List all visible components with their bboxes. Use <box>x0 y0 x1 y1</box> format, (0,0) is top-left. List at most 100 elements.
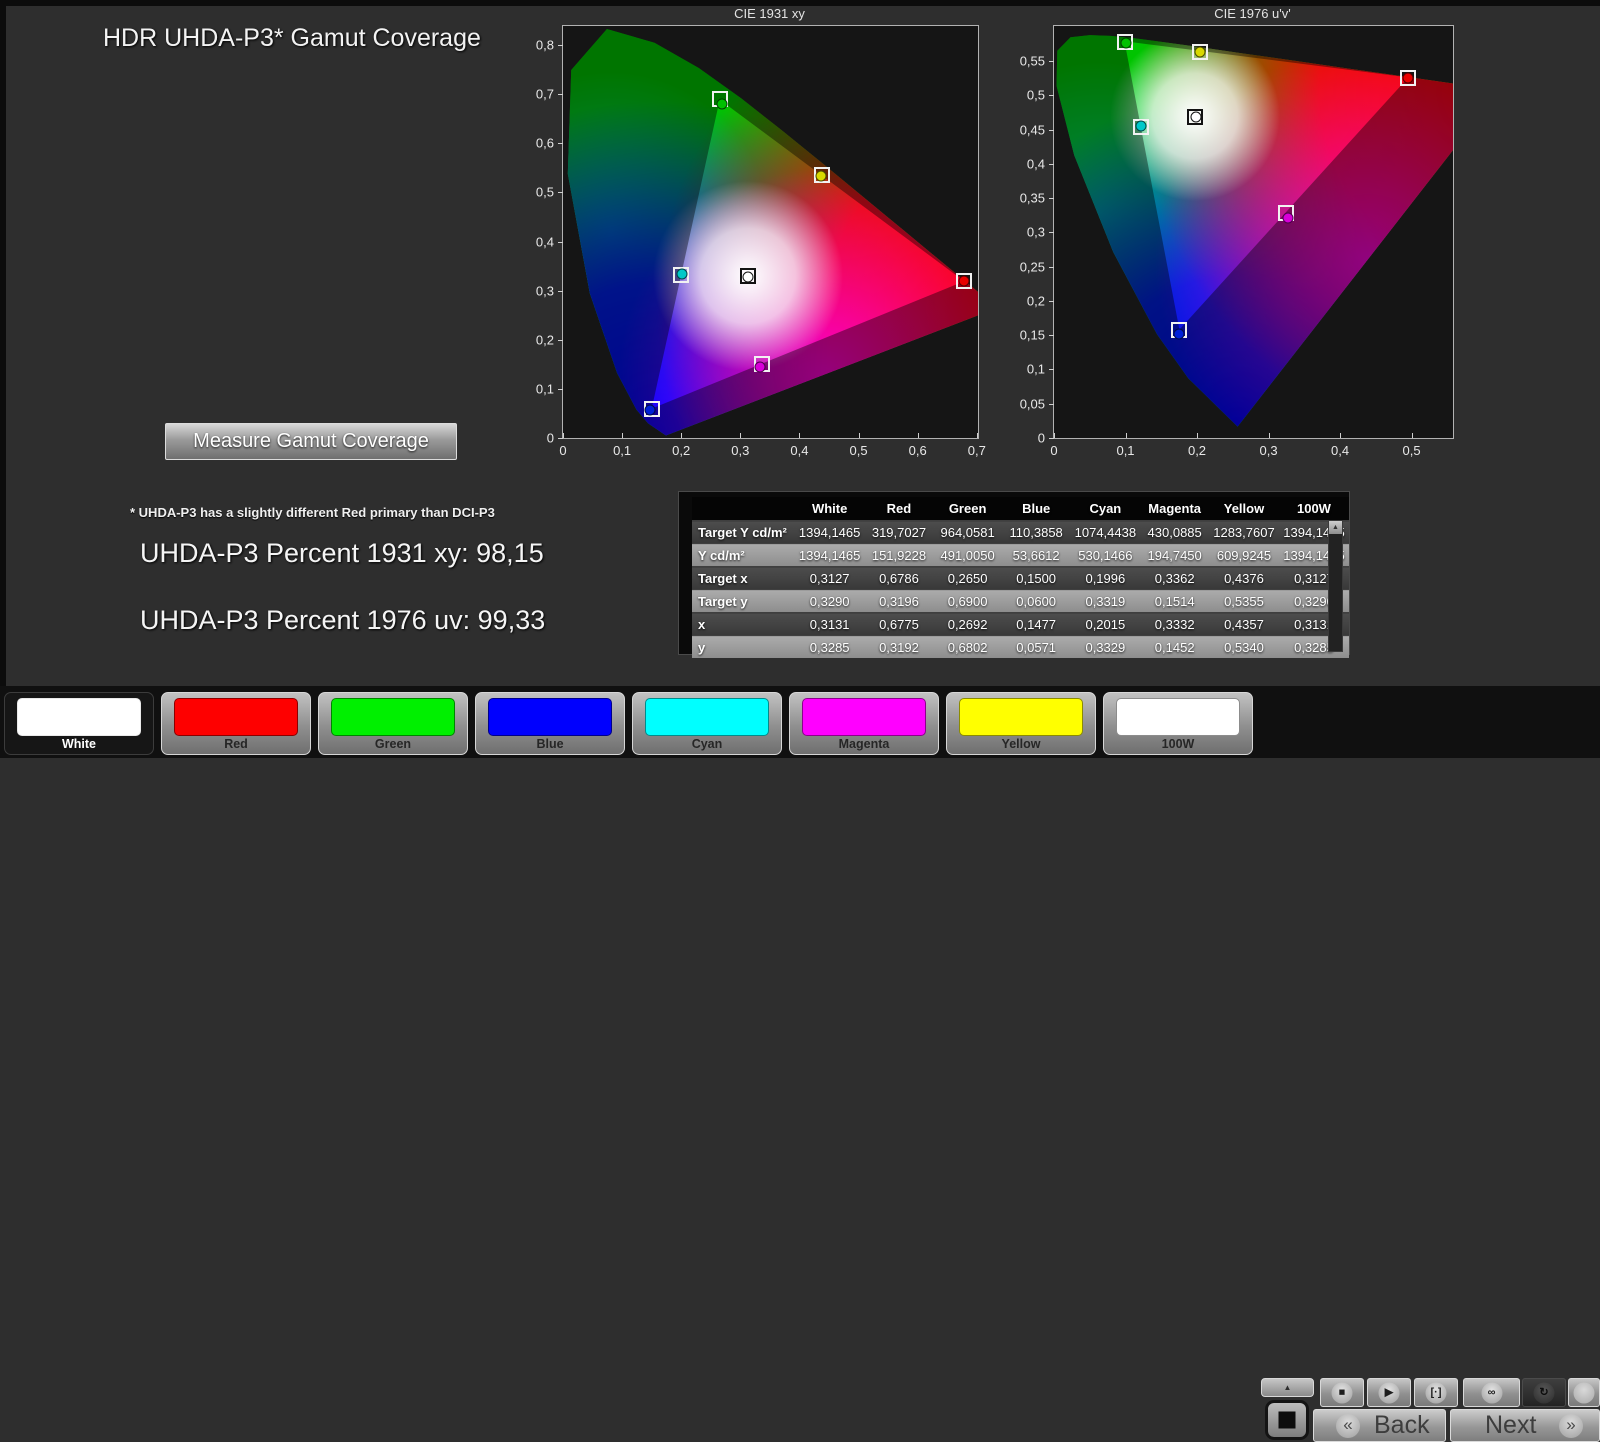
x-tick-label: 0,4 <box>790 443 808 458</box>
column-header: Yellow <box>1209 497 1279 521</box>
pattern-window-button[interactable] <box>1265 1400 1309 1440</box>
table-cell: 1283,7607 <box>1209 521 1279 544</box>
status-button[interactable] <box>1568 1378 1600 1407</box>
x-tick <box>622 433 623 438</box>
cyan-measured-marker <box>677 269 688 280</box>
x-tick-label: 0,7 <box>968 443 986 458</box>
table-cell: 0,5340 <box>1209 636 1279 659</box>
x-tick-label: 0,5 <box>1402 443 1420 458</box>
color-tab-magenta[interactable]: Magenta <box>789 692 939 755</box>
row-label: Target y <box>692 590 795 613</box>
table-cell: 1074,4438 <box>1070 521 1140 544</box>
color-tab-white[interactable]: White <box>4 692 154 755</box>
cyan-measured-marker <box>1136 121 1147 132</box>
interval-button[interactable]: [·] <box>1414 1378 1458 1407</box>
measure-gamut-coverage-button[interactable]: Measure Gamut Coverage <box>165 423 457 460</box>
column-header: White <box>795 497 865 521</box>
y-tick <box>1049 95 1054 96</box>
y-tick-label: 0,2 <box>1027 293 1045 308</box>
green-measured-marker <box>717 98 728 109</box>
y-tick <box>558 291 563 292</box>
blue-swatch <box>488 698 612 736</box>
y-tick <box>1049 267 1054 268</box>
play-button[interactable]: ▶ <box>1367 1378 1411 1407</box>
table-cell: 491,0050 <box>933 544 1002 567</box>
y-tick-label: 0,05 <box>1020 396 1045 411</box>
table-scrollbar[interactable]: ▲ <box>1328 520 1343 652</box>
yellow-swatch <box>959 698 1083 736</box>
white-measured-marker <box>1190 112 1201 123</box>
x-tick <box>740 433 741 438</box>
table-cell: 0,3329 <box>1070 636 1140 659</box>
cie-1976-chart: 00,10,20,30,40,500,050,10,150,20,250,30,… <box>1053 25 1454 439</box>
row-label: x <box>692 613 795 636</box>
white-swatch <box>17 698 141 736</box>
table-cell: 0,1452 <box>1140 636 1209 659</box>
tab-label: Yellow <box>947 737 1095 751</box>
table-cell: 0,3131 <box>795 613 865 636</box>
table-row: Y cd/m²1394,1465151,9228491,005053,66125… <box>692 544 1349 567</box>
x-tick <box>681 433 682 438</box>
tab-label: Red <box>162 737 310 751</box>
y-tick-label: 0,15 <box>1020 328 1045 343</box>
scroll-up-icon[interactable]: ▲ <box>1329 521 1342 534</box>
pattern-window-panel: ▲ <box>1261 1378 1314 1441</box>
row-label: Target x <box>692 567 795 590</box>
y-tick-label: 0,3 <box>536 283 554 298</box>
yellow-measured-marker <box>1195 47 1206 58</box>
chevron-up-icon[interactable]: ▲ <box>1261 1378 1314 1397</box>
table-cell: 0,3319 <box>1070 590 1140 613</box>
y-tick <box>1049 301 1054 302</box>
continuous-button[interactable]: ∞ <box>1463 1378 1520 1407</box>
y-tick-label: 0,8 <box>536 38 554 53</box>
next-arrow-icon: » <box>1559 1414 1583 1438</box>
next-button[interactable]: Next » <box>1450 1409 1600 1442</box>
bottom-bar: WhiteRedGreenBlueCyanMagentaYellow100W ▲… <box>0 686 1600 758</box>
table-cell: 0,2692 <box>933 613 1002 636</box>
tab-label: Cyan <box>633 737 781 751</box>
y-tick <box>558 242 563 243</box>
x-tick-label: 0,3 <box>1259 443 1277 458</box>
table-cell: 0,3196 <box>865 590 934 613</box>
y-tick <box>1049 438 1054 439</box>
x-tick <box>859 433 860 438</box>
y-tick-label: 0,5 <box>536 185 554 200</box>
color-tab-red[interactable]: Red <box>161 692 311 755</box>
color-tab-cyan[interactable]: Cyan <box>632 692 782 755</box>
table-cell: 530,1466 <box>1070 544 1140 567</box>
color-tab-green[interactable]: Green <box>318 692 468 755</box>
y-tick <box>558 438 563 439</box>
column-header: Magenta <box>1140 497 1209 521</box>
green-measured-marker <box>1121 38 1132 49</box>
stop-button[interactable]: ■ <box>1320 1378 1364 1407</box>
row-label: y <box>692 636 795 659</box>
back-button[interactable]: « Back <box>1313 1409 1446 1442</box>
x-tick-label: 0,1 <box>613 443 631 458</box>
table-cell: 0,1477 <box>1002 613 1070 636</box>
red-measured-marker <box>1402 73 1413 84</box>
table-row: Target y0,32900,31960,69000,06000,33190,… <box>692 590 1349 613</box>
y-tick <box>558 143 563 144</box>
gamut-table: WhiteRedGreenBlueCyanMagentaYellow100WTa… <box>692 497 1349 658</box>
cie-1976-locus <box>1054 26 1453 438</box>
y-tick-label: 0,25 <box>1020 259 1045 274</box>
tab-label: Green <box>319 737 467 751</box>
red-swatch <box>174 698 298 736</box>
color-tab-blue[interactable]: Blue <box>475 692 625 755</box>
table-cell: 0,2015 <box>1070 613 1140 636</box>
color-tab-100w[interactable]: 100W <box>1103 692 1253 755</box>
x-tick-label: 0,5 <box>850 443 868 458</box>
magenta-measured-marker <box>754 361 765 372</box>
tab-label: Magenta <box>790 737 938 751</box>
y-tick-label: 0,35 <box>1020 191 1045 206</box>
blue-measured-marker <box>1173 329 1184 340</box>
cyan-swatch <box>645 698 769 736</box>
table-cell: 0,0600 <box>1002 590 1070 613</box>
footnote: * UHDA-P3 has a slightly different Red p… <box>130 505 495 520</box>
table-cell: 151,9228 <box>865 544 934 567</box>
continuous-icon: ∞ <box>1481 1382 1502 1403</box>
refresh-button[interactable]: ↻ <box>1522 1378 1566 1407</box>
refresh-icon: ↻ <box>1534 1382 1555 1403</box>
color-tab-yellow[interactable]: Yellow <box>946 692 1096 755</box>
y-tick-label: 0,45 <box>1020 122 1045 137</box>
